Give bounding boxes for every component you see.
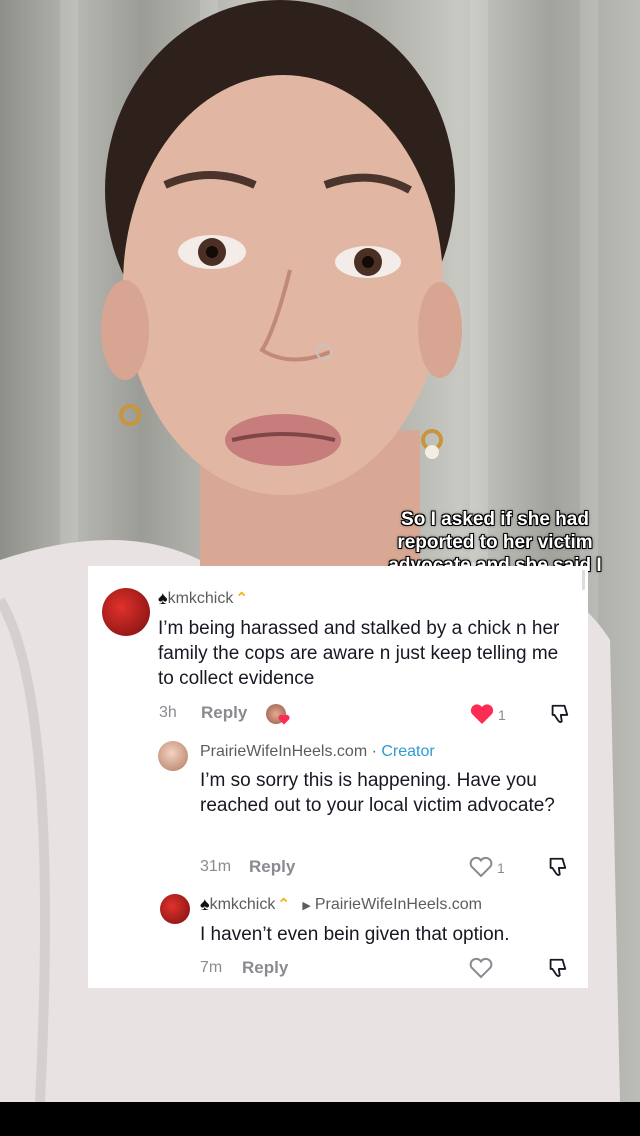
video-frame[interactable]: So I asked if she had reported to her vi… <box>0 0 640 1102</box>
comment-username[interactable]: ♠kmkchick ⌃ ▶ PrairieWifeInHeels.com <box>200 894 482 915</box>
heart-icon[interactable] <box>469 856 493 878</box>
comment-username[interactable]: PrairieWifeInHeels.com · Creator <box>200 743 435 761</box>
comment-text: I’m so sorry this is happening. Have you… <box>200 770 555 816</box>
creator-heart-icon <box>278 714 290 725</box>
dislike-icon[interactable] <box>548 703 570 725</box>
reply-arrow-icon: ▶ <box>302 900 311 912</box>
heart-icon[interactable] <box>469 957 493 979</box>
commenter-avatar[interactable] <box>102 588 150 636</box>
comment-username[interactable]: ♠kmkchick ⌃ <box>158 588 248 609</box>
like-count: 1 <box>497 860 505 876</box>
scroll-indicator <box>582 570 585 590</box>
like-count: 1 <box>498 707 506 723</box>
comment-time: 7m <box>200 959 223 976</box>
creator-badge: Creator <box>381 743 435 760</box>
spade-icon: ♠ <box>158 588 168 608</box>
comment-time: 3h <box>159 704 177 721</box>
reply-button[interactable]: Reply <box>201 703 247 723</box>
crown-icon: ⌃ <box>277 896 290 913</box>
dislike-icon[interactable] <box>546 856 568 878</box>
comment-text: I haven’t even bein given that option. <box>200 924 510 945</box>
heart-icon[interactable] <box>470 703 494 725</box>
spade-icon: ♠ <box>200 894 210 914</box>
crown-icon: ⌃ <box>235 590 248 607</box>
reply-button[interactable]: Reply <box>242 958 288 978</box>
reply-button[interactable]: Reply <box>249 857 295 877</box>
creator-avatar[interactable] <box>158 741 188 771</box>
commenter-avatar[interactable] <box>160 894 190 924</box>
comment-time: 31m <box>200 858 232 875</box>
dislike-icon[interactable] <box>546 957 568 979</box>
comment-panel: ♠kmkchick ⌃ I’m being harassed and stalke… <box>88 566 588 988</box>
comment-text: I’m being harassed and stalked by a chic… <box>158 618 560 689</box>
